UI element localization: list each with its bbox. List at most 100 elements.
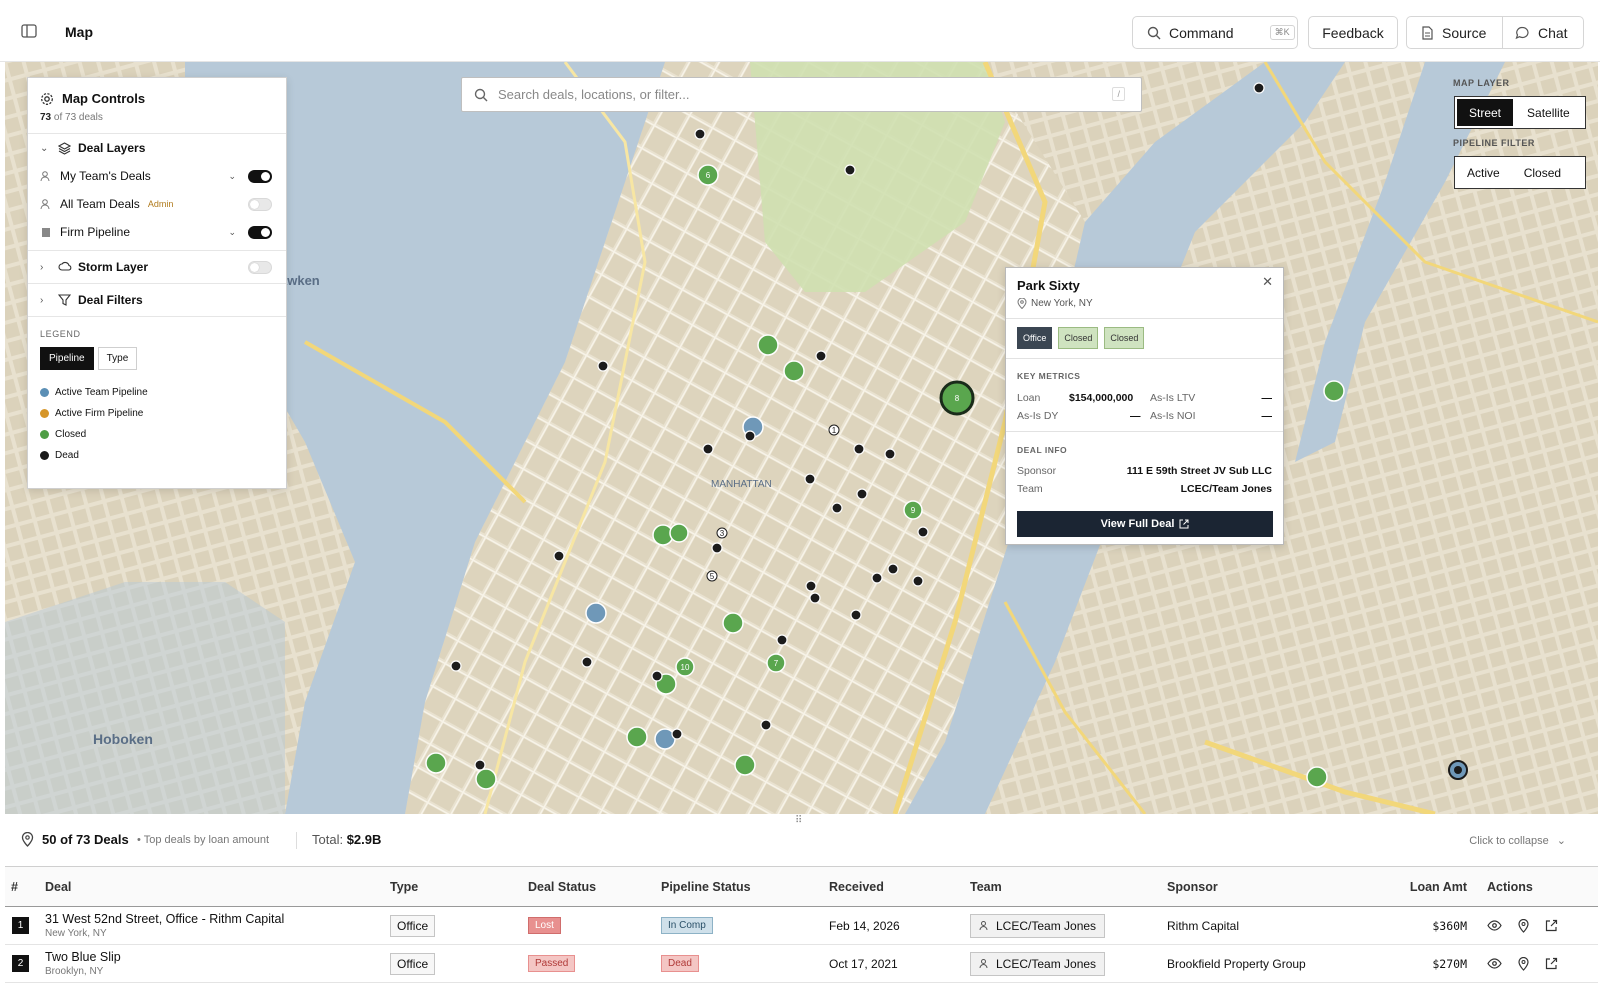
dy-value: — xyxy=(1130,410,1141,422)
sidebar-toggle-icon[interactable] xyxy=(20,22,38,40)
svg-text:9: 9 xyxy=(911,506,916,515)
deal-filters-label: Deal Filters xyxy=(78,293,143,307)
chevron-down-icon[interactable]: ⌄ xyxy=(228,171,236,182)
col-deal[interactable]: Deal xyxy=(35,866,390,907)
col-sponsor[interactable]: Sponsor xyxy=(1167,866,1372,907)
eye-icon[interactable] xyxy=(1487,958,1502,969)
col-team[interactable]: Team xyxy=(970,866,1167,907)
noi-label: As-Is NOI xyxy=(1150,410,1196,422)
legend-item: Dead xyxy=(40,445,274,466)
deal-location: Brooklyn, NY xyxy=(45,966,104,977)
layer-firm-pipeline[interactable]: Firm Pipeline ⌄ xyxy=(28,218,286,246)
row-number: 2 xyxy=(12,955,29,972)
command-label: Command xyxy=(1169,24,1234,41)
map-layer-street[interactable]: Street xyxy=(1457,99,1514,126)
layers-icon xyxy=(58,141,72,155)
chat-label: Chat xyxy=(1538,24,1568,41)
map-pin-icon xyxy=(21,832,34,847)
sponsor: Rithm Capital xyxy=(1167,906,1372,945)
layer-toggle-my-team[interactable] xyxy=(248,169,272,183)
map-pin-icon[interactable] xyxy=(1518,956,1529,971)
pipeline-filter-closed[interactable]: Closed xyxy=(1512,157,1573,188)
received-date: Feb 14, 2026 xyxy=(829,906,970,945)
deal-popup: Park Sixty New York, NY ✕ Office Closed … xyxy=(1005,267,1284,545)
page-title: Map xyxy=(65,24,93,40)
legend-item: Active Team Pipeline xyxy=(40,382,274,403)
deal-filters-header[interactable]: › Deal Filters xyxy=(28,284,286,316)
source-button[interactable]: Source xyxy=(1406,16,1503,49)
external-link-icon[interactable] xyxy=(1545,919,1558,932)
cloud-icon xyxy=(58,260,72,274)
map-layer-title: MAP LAYER xyxy=(1453,78,1510,88)
svg-text:10: 10 xyxy=(681,663,690,672)
col-pipeline-status[interactable]: Pipeline Status xyxy=(661,866,829,907)
users-icon xyxy=(979,921,988,931)
search-icon xyxy=(1147,26,1161,39)
svg-text:5: 5 xyxy=(710,572,715,581)
svg-text:7: 7 xyxy=(774,659,779,668)
loan-label: Loan xyxy=(1017,392,1041,404)
chat-icon xyxy=(1515,26,1529,39)
svg-text:3: 3 xyxy=(720,529,725,538)
col-deal-status[interactable]: Deal Status xyxy=(528,866,661,907)
deal-layers-label: Deal Layers xyxy=(78,141,146,155)
command-button[interactable]: Command ⌘K xyxy=(1132,16,1298,49)
map-layer-satellite[interactable]: Satellite xyxy=(1515,97,1582,128)
storm-layer-header[interactable]: › Storm Layer xyxy=(28,251,286,283)
dy-label: As-Is DY xyxy=(1017,410,1059,422)
pipeline-status-badge: Dead xyxy=(661,955,699,972)
deal-layers-header[interactable]: ⌄ Deal Layers xyxy=(28,134,286,162)
search-icon xyxy=(474,88,488,101)
layer-my-team-deals[interactable]: My Team's Deals ⌄ xyxy=(28,162,286,190)
feedback-button[interactable]: Feedback xyxy=(1308,16,1398,49)
view-full-deal-button[interactable]: View Full Deal xyxy=(1017,511,1273,537)
popup-tag: Closed xyxy=(1058,327,1099,349)
layer-toggle-all-team[interactable] xyxy=(248,197,272,211)
deal-name[interactable]: Two Blue Slip xyxy=(45,950,390,964)
legend-tab-type[interactable]: Type xyxy=(97,347,138,370)
loan-amount: $360M xyxy=(1372,906,1487,945)
layer-label: Firm Pipeline xyxy=(60,225,131,239)
map-pin-icon xyxy=(1017,298,1027,309)
deal-count: 73 of 73 deals xyxy=(40,112,103,123)
layer-toggle-firm-pipeline[interactable] xyxy=(248,225,272,239)
external-link-icon[interactable] xyxy=(1545,957,1558,970)
table-row[interactable]: 1 31 West 52nd Street, Office - Rithm Ca… xyxy=(5,906,1598,945)
search-placeholder: Search deals, locations, or filter... xyxy=(498,87,690,102)
collapse-button[interactable]: Click to collapse ⌄ xyxy=(1469,834,1566,848)
chevron-right-icon: › xyxy=(40,294,44,306)
admin-badge: Admin xyxy=(147,199,174,209)
col-received[interactable]: Received xyxy=(829,866,970,907)
chat-button[interactable]: Chat xyxy=(1502,16,1584,49)
pipeline-filter-active[interactable]: Active xyxy=(1455,157,1512,188)
map-search-input[interactable]: Search deals, locations, or filter... / xyxy=(461,77,1142,112)
popup-tag: Office xyxy=(1017,327,1053,349)
eye-icon[interactable] xyxy=(1487,920,1502,931)
legend-tab-pipeline[interactable]: Pipeline xyxy=(40,347,94,370)
pipeline-filter-switch: Active Closed xyxy=(1454,156,1586,189)
ltv-value: — xyxy=(1261,392,1273,404)
deal-name[interactable]: 31 West 52nd Street, Office - Rithm Capi… xyxy=(45,912,390,926)
users-icon xyxy=(40,169,54,183)
storm-layer-label: Storm Layer xyxy=(78,260,149,274)
chevron-down-icon: ⌄ xyxy=(1556,835,1566,847)
col-loan-amt[interactable]: Loan Amt xyxy=(1372,866,1487,907)
source-label: Source xyxy=(1442,24,1487,41)
external-link-icon xyxy=(1179,519,1189,529)
deals-table: # Deal Type Deal Status Pipeline Status … xyxy=(5,866,1598,983)
deals-count: 50 of 73 Deals xyxy=(42,832,129,847)
svg-text:8: 8 xyxy=(955,394,960,403)
col-type[interactable]: Type xyxy=(390,866,528,907)
table-row[interactable]: 2 Two Blue Slip Brooklyn, NY Office Pass… xyxy=(5,944,1598,983)
storm-layer-toggle[interactable] xyxy=(248,260,272,274)
popup-tag: Closed xyxy=(1104,327,1145,349)
map-pin-icon[interactable] xyxy=(1518,918,1529,933)
layer-all-team-deals[interactable]: All Team Deals Admin xyxy=(28,190,286,218)
pipeline-filter-title: PIPELINE FILTER xyxy=(1453,138,1535,148)
map-controls-title: Map Controls xyxy=(62,91,146,106)
close-icon[interactable]: ✕ xyxy=(1262,274,1273,290)
map-label-manhattan: MANHATTAN xyxy=(711,479,772,490)
popup-title: Park Sixty xyxy=(1017,278,1080,293)
filter-icon xyxy=(58,293,72,307)
chevron-down-icon[interactable]: ⌄ xyxy=(228,227,236,238)
